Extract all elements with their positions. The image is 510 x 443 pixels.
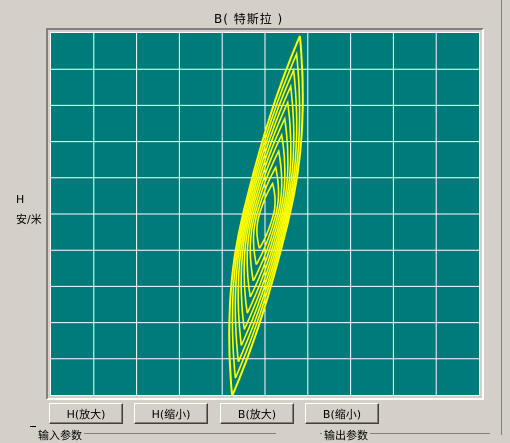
input-params-group-label: 输入参数: [36, 427, 84, 443]
b-zoom-in-button[interactable]: B(放大): [220, 403, 294, 424]
h-zoom-out-button[interactable]: H(缩小): [134, 403, 208, 424]
b-zoom-out-button[interactable]: B(缩小): [305, 403, 379, 424]
output-params-group-label: 输出参数: [322, 427, 370, 443]
plot-canvas: [51, 33, 479, 395]
y-axis-label-h: H: [16, 193, 25, 206]
chart-title: B( 特斯拉 ): [214, 12, 284, 26]
window-right-edge: [501, 0, 510, 435]
hysteresis-plot: [50, 32, 480, 396]
h-zoom-in-button[interactable]: H(放大): [49, 403, 123, 424]
y-axis-label-unit: 安/米: [16, 213, 42, 226]
